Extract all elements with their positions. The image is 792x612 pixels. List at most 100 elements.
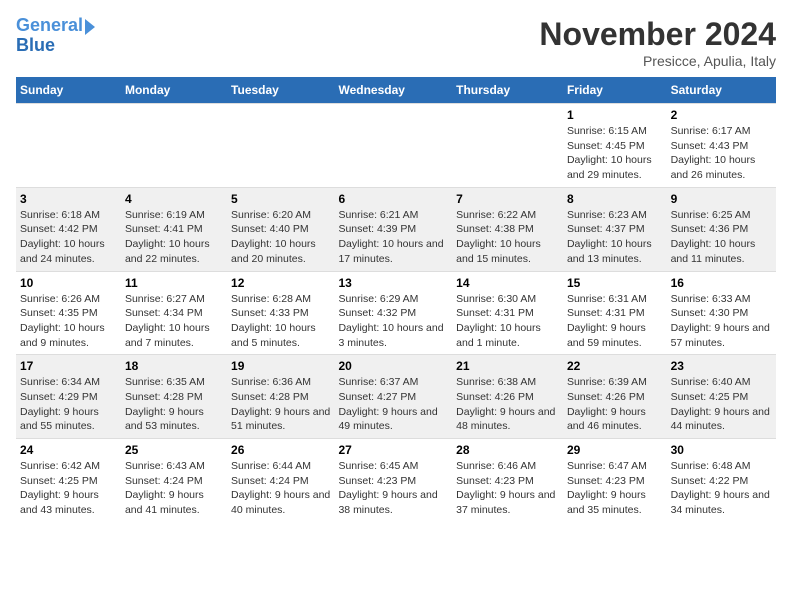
sunset-text: Sunset: 4:40 PM — [231, 223, 309, 235]
day-number: 11 — [125, 276, 223, 290]
daylight-text: Daylight: 10 hours and 3 minutes. — [338, 322, 443, 349]
sunrise-text: Sunrise: 6:39 AM — [567, 376, 647, 388]
calendar-day — [227, 104, 334, 188]
sunrise-text: Sunrise: 6:42 AM — [20, 460, 100, 472]
sunset-text: Sunset: 4:31 PM — [456, 307, 534, 319]
day-number: 22 — [567, 359, 663, 373]
day-info: Sunrise: 6:42 AMSunset: 4:25 PMDaylight:… — [20, 459, 117, 518]
daylight-text: Daylight: 9 hours and 41 minutes. — [125, 489, 204, 516]
logo-text-blue: Blue — [16, 36, 55, 56]
day-info: Sunrise: 6:44 AMSunset: 4:24 PMDaylight:… — [231, 459, 330, 518]
daylight-text: Daylight: 9 hours and 35 minutes. — [567, 489, 646, 516]
calendar-day: 28Sunrise: 6:46 AMSunset: 4:23 PMDayligh… — [452, 439, 563, 522]
page-header: General Blue November 2024 Presicce, Apu… — [16, 16, 776, 69]
col-wednesday: Wednesday — [334, 77, 452, 104]
sunrise-text: Sunrise: 6:33 AM — [671, 293, 751, 305]
sunset-text: Sunset: 4:33 PM — [231, 307, 309, 319]
day-info: Sunrise: 6:18 AMSunset: 4:42 PMDaylight:… — [20, 208, 117, 267]
sunset-text: Sunset: 4:27 PM — [338, 391, 416, 403]
daylight-text: Daylight: 10 hours and 17 minutes. — [338, 238, 443, 265]
sunset-text: Sunset: 4:26 PM — [456, 391, 534, 403]
daylight-text: Daylight: 10 hours and 13 minutes. — [567, 238, 652, 265]
sunset-text: Sunset: 4:30 PM — [671, 307, 749, 319]
day-number: 3 — [20, 192, 117, 206]
day-info: Sunrise: 6:36 AMSunset: 4:28 PMDaylight:… — [231, 375, 330, 434]
logo: General Blue — [16, 16, 95, 56]
daylight-text: Daylight: 9 hours and 37 minutes. — [456, 489, 555, 516]
day-number: 19 — [231, 359, 330, 373]
calendar-week-row: 24 Sunrise: 6:42 AMSunset: 4:25 PMDayligh… — [16, 439, 776, 522]
sunrise-text: Sunrise: 6:45 AM — [338, 460, 418, 472]
calendar-day: 22Sunrise: 6:39 AMSunset: 4:26 PMDayligh… — [563, 355, 667, 439]
day-info: Sunrise: 6:27 AMSunset: 4:34 PMDaylight:… — [125, 292, 223, 351]
sunset-text: Sunset: 4:28 PM — [125, 391, 203, 403]
sunrise-text: Sunrise: 6:22 AM — [456, 209, 536, 221]
sunrise-text: Sunrise: 6:20 AM — [231, 209, 311, 221]
calendar-day — [452, 104, 563, 188]
daylight-text: Daylight: 10 hours and 26 minutes. — [671, 154, 756, 181]
month-title: November 2024 — [539, 16, 776, 53]
sunset-text: Sunset: 4:23 PM — [456, 475, 534, 487]
sunrise-text: Sunrise: 6:35 AM — [125, 376, 205, 388]
day-number: 6 — [338, 192, 448, 206]
calendar-day: 15Sunrise: 6:31 AMSunset: 4:31 PMDayligh… — [563, 271, 667, 355]
sunrise-text: Sunrise: 6:15 AM — [567, 125, 647, 137]
col-tuesday: Tuesday — [227, 77, 334, 104]
sunrise-text: Sunrise: 6:47 AM — [567, 460, 647, 472]
day-info: Sunrise: 6:20 AM Sunset: 4:40 PM Daylight:… — [231, 208, 330, 267]
daylight-text: Daylight: 9 hours and 38 minutes. — [338, 489, 437, 516]
day-info: Sunrise: 6:34 AMSunset: 4:29 PMDaylight:… — [20, 375, 117, 434]
sunrise-text: Sunrise: 6:43 AM — [125, 460, 205, 472]
day-number: 16 — [671, 276, 772, 290]
calendar-table: Sunday Monday Tuesday Wednesday Thursday… — [16, 77, 776, 522]
day-number: 23 — [671, 359, 772, 373]
calendar-day: 16 Sunrise: 6:33 AM Sunset: 4:30 PM Dayligh… — [667, 271, 776, 355]
day-number: 28 — [456, 443, 559, 457]
daylight-text: Daylight: 10 hours and 29 minutes. — [567, 154, 652, 181]
sunrise-text: Sunrise: 6:23 AM — [567, 209, 647, 221]
day-info: Sunrise: 6:38 AMSunset: 4:26 PMDaylight:… — [456, 375, 559, 434]
day-number: 21 — [456, 359, 559, 373]
day-info: Sunrise: 6:47 AMSunset: 4:23 PMDaylight:… — [567, 459, 663, 518]
sunset-text: Sunset: 4:28 PM — [231, 391, 309, 403]
calendar-day: 8Sunrise: 6:23 AMSunset: 4:37 PMDaylight… — [563, 187, 667, 271]
day-info: Sunrise: 6:25 AMSunset: 4:36 PMDaylight:… — [671, 208, 772, 267]
logo-arrow-icon — [85, 19, 95, 35]
calendar-day: 4Sunrise: 6:19 AMSunset: 4:41 PMDaylight… — [121, 187, 227, 271]
sunset-text: Sunset: 4:36 PM — [671, 223, 749, 235]
day-info: Sunrise: 6:33 AM Sunset: 4:30 PM Daylight:… — [671, 292, 772, 351]
daylight-text: Daylight: 10 hours and 20 minutes. — [231, 238, 316, 265]
day-number: 24 — [20, 443, 117, 457]
calendar-day: 21 Sunrise: 6:38 AMSunset: 4:26 PMDayligh… — [452, 355, 563, 439]
sunset-text: Sunset: 4:26 PM — [567, 391, 645, 403]
calendar-day: 9Sunrise: 6:25 AMSunset: 4:36 PMDaylight… — [667, 187, 776, 271]
calendar-day: 24 Sunrise: 6:42 AMSunset: 4:25 PMDayligh… — [16, 439, 121, 522]
sunrise-text: Sunrise: 6:48 AM — [671, 460, 751, 472]
sunset-text: Sunset: 4:23 PM — [338, 475, 416, 487]
daylight-text: Daylight: 10 hours and 9 minutes. — [20, 322, 105, 349]
header-row: Sunday Monday Tuesday Wednesday Thursday… — [16, 77, 776, 104]
calendar-day: 19 Sunrise: 6:36 AMSunset: 4:28 PMDayligh… — [227, 355, 334, 439]
sunset-text: Sunset: 4:24 PM — [231, 475, 309, 487]
day-number: 20 — [338, 359, 448, 373]
sunset-text: Sunset: 4:37 PM — [567, 223, 645, 235]
daylight-text: Daylight: 9 hours and 57 minutes. — [671, 322, 770, 349]
daylight-text: Daylight: 10 hours and 22 minutes. — [125, 238, 210, 265]
day-info: Sunrise: 6:35 AM Sunset: 4:28 PM Daylight:… — [125, 375, 223, 434]
day-number: 15 — [567, 276, 663, 290]
calendar-day: 30Sunrise: 6:48 AMSunset: 4:22 PMDayligh… — [667, 439, 776, 522]
calendar-week-row: 3 Sunrise: 6:18 AMSunset: 4:42 PMDaylight… — [16, 187, 776, 271]
col-monday: Monday — [121, 77, 227, 104]
day-number: 27 — [338, 443, 448, 457]
daylight-text: Daylight: 9 hours and 49 minutes. — [338, 406, 437, 433]
day-number: 29 — [567, 443, 663, 457]
daylight-text: Daylight: 9 hours and 53 minutes. — [125, 406, 204, 433]
calendar-day: 26Sunrise: 6:44 AMSunset: 4:24 PMDayligh… — [227, 439, 334, 522]
logo-text: General — [16, 16, 83, 36]
sunrise-text: Sunrise: 6:29 AM — [338, 293, 418, 305]
day-info: Sunrise: 6:17 AMSunset: 4:43 PMDaylight:… — [671, 124, 772, 183]
day-info: Sunrise: 6:45 AM Sunset: 4:23 PM Daylight:… — [338, 459, 448, 518]
calendar-week-row: 1Sunrise: 6:15 AMSunset: 4:45 PMDaylight… — [16, 104, 776, 188]
calendar-week-row: 17Sunrise: 6:34 AMSunset: 4:29 PMDayligh… — [16, 355, 776, 439]
day-info: Sunrise: 6:48 AMSunset: 4:22 PMDaylight:… — [671, 459, 772, 518]
